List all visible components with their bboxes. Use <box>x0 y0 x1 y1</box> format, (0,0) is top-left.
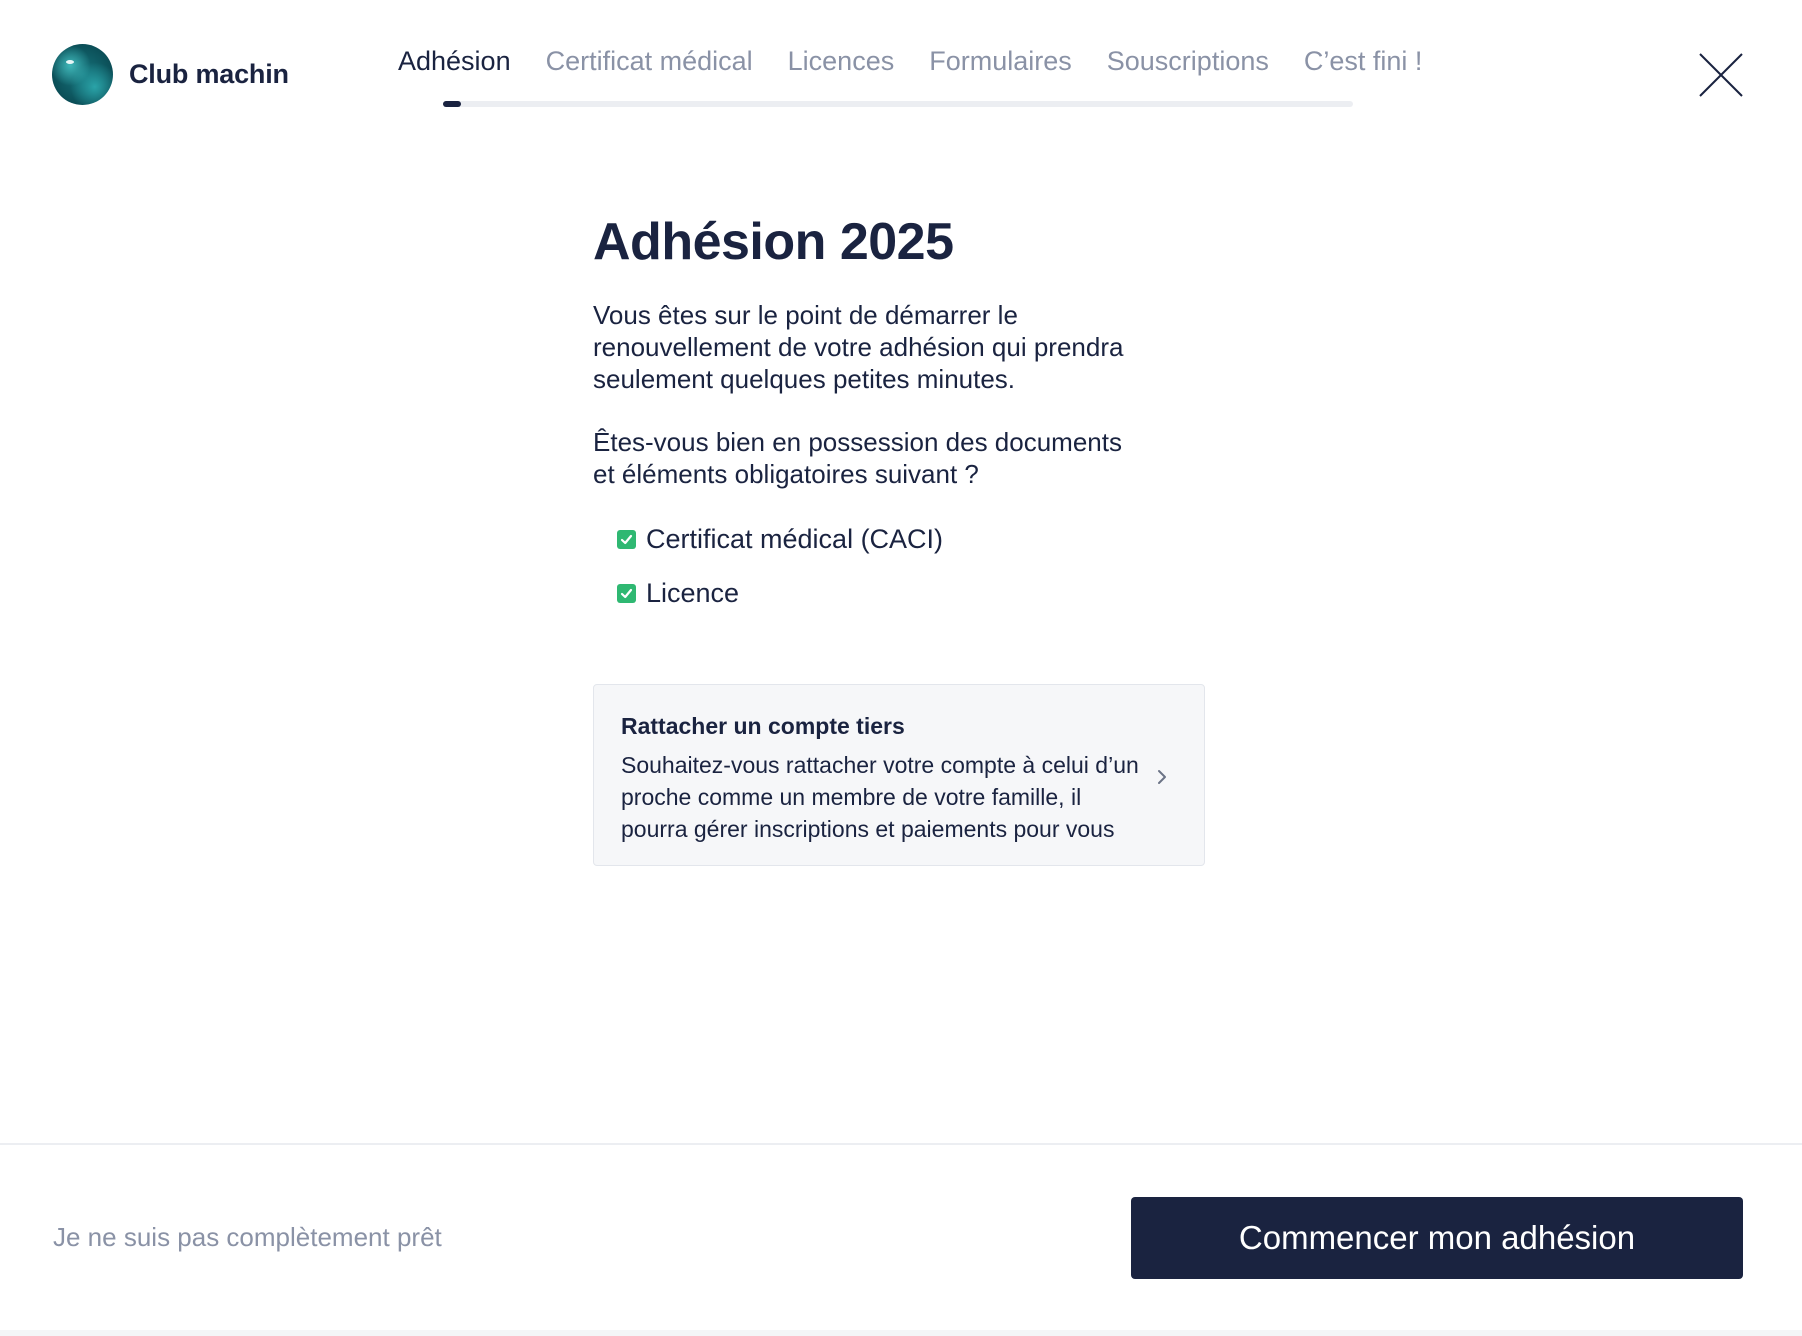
checklist-item-label: Certificat médical (CACI) <box>646 523 944 554</box>
documents-question: Êtes-vous bien en possession des documen… <box>593 427 1122 490</box>
page-title: Adhésion 2025 <box>593 213 954 271</box>
step-souscriptions[interactable]: Souscriptions <box>1107 46 1269 77</box>
intro-text: Vous êtes sur le point de démarrer le re… <box>593 300 1124 395</box>
start-membership-button[interactable]: Commencer mon adhésion <box>1131 1197 1743 1279</box>
not-ready-link[interactable]: Je ne suis pas complètement prêt <box>53 1222 442 1253</box>
checklist-item-label: Licence <box>646 577 740 608</box>
step-c-est-fini[interactable]: C’est fini ! <box>1304 46 1423 77</box>
club-brand: Club machin <box>52 44 289 105</box>
step-licences[interactable]: Licences <box>788 46 895 77</box>
club-name: Club machin <box>129 59 289 89</box>
close-button[interactable] <box>1696 50 1746 100</box>
step-adhesion[interactable]: Adhésion <box>398 46 511 77</box>
card-description: Souhaitez-vous rattacher votre compte à … <box>621 752 1139 842</box>
check-icon <box>617 583 636 603</box>
step-certificat-medical[interactable]: Certificat médical <box>546 46 753 77</box>
club-avatar <box>52 44 113 105</box>
checklist-item-licence: Licence <box>617 566 1213 620</box>
bottom-strip <box>0 1330 1802 1336</box>
footer-divider <box>0 1143 1802 1145</box>
step-nav: Adhésion Certificat médical Licences For… <box>398 46 1457 77</box>
membership-page: Club machin Adhésion Certificat médical … <box>0 0 1802 1336</box>
link-third-party-account-card[interactable]: Rattacher un compte tiers Souhaitez-vous… <box>593 684 1205 866</box>
progress-fill <box>443 101 462 107</box>
header: Club machin Adhésion Certificat médical … <box>0 0 1802 130</box>
required-documents-list: Certificat médical (CACI) Licence <box>593 512 1213 620</box>
close-icon <box>1699 53 1743 97</box>
check-icon <box>617 529 636 549</box>
checklist-item-certificat: Certificat médical (CACI) <box>617 512 1213 566</box>
main-content: Adhésion 2025 Vous êtes sur le point de … <box>593 213 1213 620</box>
step-formulaires[interactable]: Formulaires <box>929 46 1072 77</box>
chevron-right-icon <box>1158 770 1166 784</box>
progress-bar <box>443 101 1353 107</box>
card-title: Rattacher un compte tiers <box>621 713 905 739</box>
